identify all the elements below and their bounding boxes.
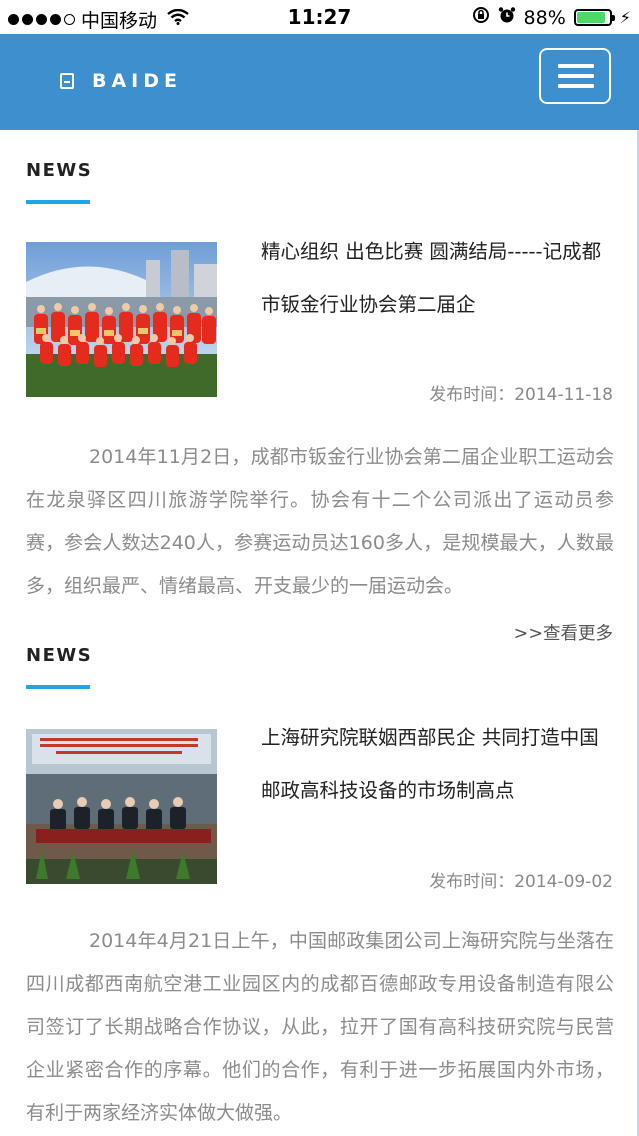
news-thumbnail-signing[interactable] <box>26 729 217 884</box>
news-title-link[interactable]: 精心组织 出色比赛 圆满结局-----记成都市钣金行业协会第二届企 <box>261 225 617 331</box>
battery-icon <box>573 9 615 26</box>
status-bar: 中国移动 11:27 88% ⚡ <box>0 0 639 34</box>
logo-icon <box>60 73 74 89</box>
view-more-link[interactable]: >>查看更多 <box>514 620 613 645</box>
news-date: 发布时间：2014-11-18 <box>429 385 613 405</box>
battery-percent: 88% <box>523 6 566 29</box>
logo-text: BAIDE <box>92 70 183 92</box>
logo[interactable]: BAIDE <box>60 70 182 92</box>
alarm-icon <box>498 6 516 29</box>
news-summary: 2014年4月21日上午，中国邮政集团公司上海研究院与坐落在四川成都西南航空港工… <box>26 930 614 1124</box>
news-thumbnail-sports[interactable] <box>26 242 217 397</box>
news-section-title: NEWS <box>26 160 93 181</box>
section-underline <box>26 685 90 689</box>
hamburger-menu-icon[interactable] <box>539 48 611 104</box>
section-underline <box>26 200 90 204</box>
rotation-lock-icon <box>472 6 490 29</box>
news-summary: 2014年11月2日，成都市钣金行业协会第二届企业职工运动会在龙泉驿区四川旅游学… <box>26 446 614 597</box>
charging-icon: ⚡ <box>619 8 631 27</box>
news-title-link[interactable]: 上海研究院联姻西部民企 共同打造中国邮政高科技设备的市场制高点 <box>261 711 617 817</box>
news-date: 发布时间：2014-09-02 <box>429 872 613 892</box>
news-section-title: NEWS <box>26 645 93 666</box>
site-header: BAIDE <box>0 34 639 130</box>
status-right: 88% ⚡ <box>472 6 631 29</box>
